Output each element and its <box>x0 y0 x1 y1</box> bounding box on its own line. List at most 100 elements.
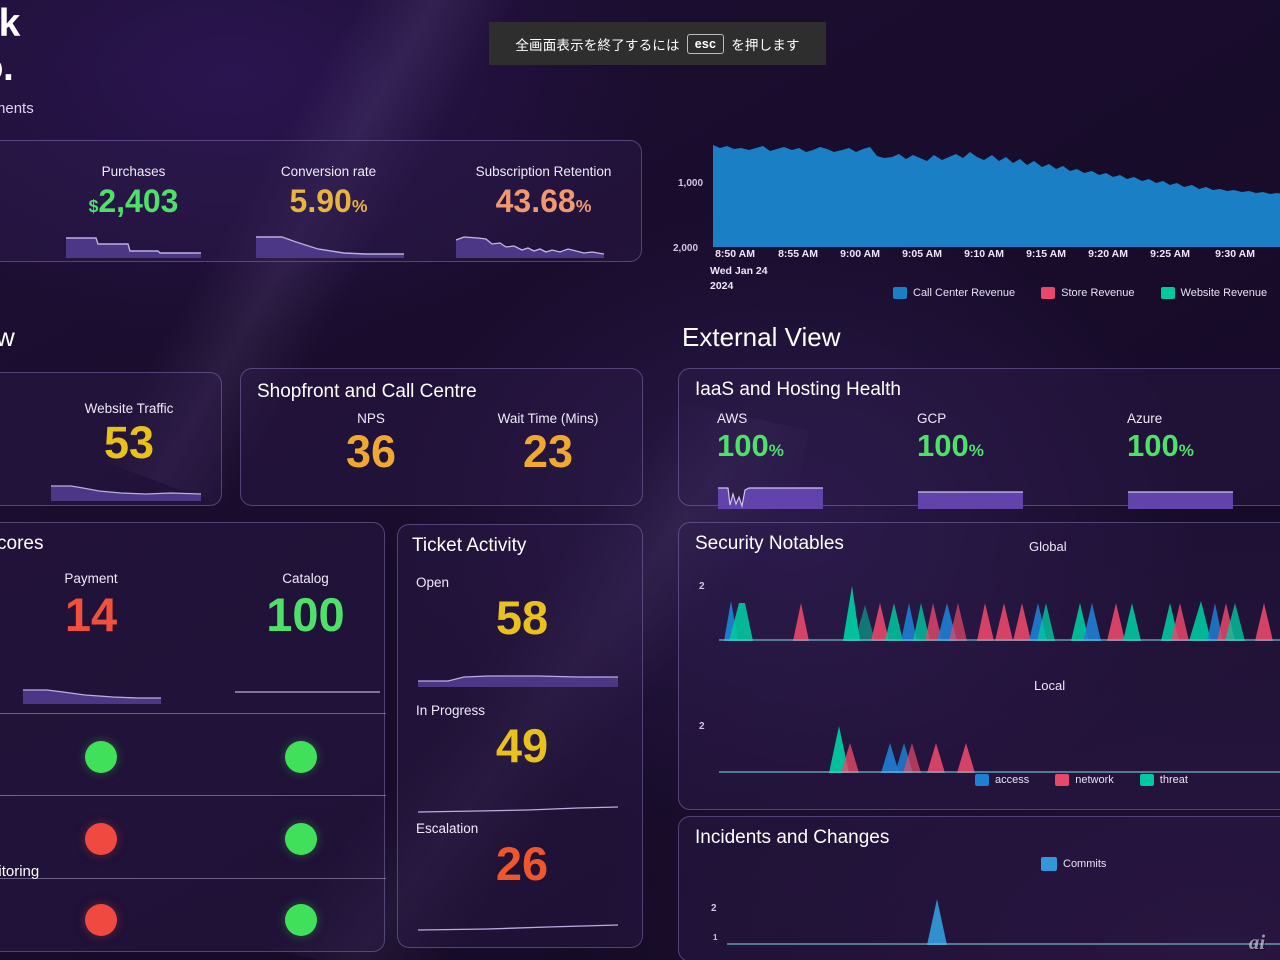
legend-call-center-revenue[interactable]: Call Center Revenue <box>893 287 1015 299</box>
scores-panel[interactable]: cores Payment 14 Catalog 100 ring rmance… <box>0 522 386 952</box>
legend-threat[interactable]: threat <box>1139 774 1188 786</box>
revenue-xtick-0: 8:50 AM <box>715 248 755 260</box>
legend-label-network: network <box>1075 774 1114 786</box>
kpi-retention-sparkline <box>456 236 604 258</box>
security-notables-panel[interactable]: Security Notables Global 2 Local 2 acces… <box>678 522 1280 810</box>
shopfront-nps-label: NPS <box>357 411 385 426</box>
currency-symbol: $ <box>88 196 99 216</box>
legend-label-access: access <box>995 774 1030 786</box>
ticket-metric-in-progress[interactable]: In Progress 49 <box>416 703 628 813</box>
revenue-chart-legend: Call Center Revenue Store Revenue Websit… <box>893 287 1267 299</box>
ticket-in-progress-value: 49 <box>495 719 549 772</box>
legend-swatch-network <box>1055 774 1070 786</box>
security-legend: access network threat <box>975 774 1188 786</box>
iaas-panel-title: IaaS and Hosting Health <box>695 379 901 400</box>
iaas-azure-sparkline <box>1128 491 1233 509</box>
kpi-subscription-retention[interactable]: Subscription Retention 43.68% <box>451 164 636 258</box>
scores-row-divider-1 <box>0 713 386 714</box>
ticket-activity-panel[interactable]: Ticket Activity Open 58 In Progress 49 E… <box>397 524 643 948</box>
legend-access[interactable]: access <box>975 774 1029 786</box>
scores-payment-label: Payment <box>64 571 118 586</box>
scores-metric-payment[interactable]: Payment 14 <box>23 571 161 704</box>
iaas-azure-value: 100% <box>1127 430 1277 461</box>
revenue-area-chart[interactable]: 2,000 1,000 8:50 AM 8:55 AM 9:00 AM 9:05… <box>668 118 1280 308</box>
brand-line-1: unk <box>0 2 20 45</box>
shopfront-wait-time-label: Wait Time (Mins) <box>497 411 599 426</box>
incidents-changes-title: Incidents and Changes <box>695 827 890 848</box>
revenue-xtick-4: 9:10 AM <box>964 248 1004 260</box>
scores-status-dot-r3c1 <box>85 904 117 936</box>
legend-label-call-center: Call Center Revenue <box>913 287 1016 299</box>
scores-status-dot-r1c2 <box>285 741 317 773</box>
ticket-open-label: Open <box>416 575 450 590</box>
scores-metric-catalog[interactable]: Catalog 100 <box>233 571 380 693</box>
legend-swatch-threat <box>1139 774 1154 786</box>
ticket-metric-escalation[interactable]: Escalation 26 <box>416 821 628 931</box>
ticket-activity-title: Ticket Activity <box>412 535 527 556</box>
revenue-xtick-5: 9:15 AM <box>1026 248 1066 260</box>
esc-key-badge: esc <box>686 33 725 54</box>
scores-status-dot-r3c2 <box>285 904 317 936</box>
revenue-xtick-7: 9:25 AM <box>1150 248 1190 260</box>
security-local-axis-max: 2 <box>699 721 705 732</box>
legend-swatch-commits <box>1041 857 1057 871</box>
ticket-escalation-sparkline <box>418 924 618 931</box>
legend-swatch-call-center <box>893 287 907 299</box>
internal-view-heading: w <box>0 322 15 352</box>
kpi-purchases-number: 2,403 <box>98 183 179 219</box>
kpi-conversion-sparkline <box>256 236 404 258</box>
revenue-xtick-1: 8:55 AM <box>778 248 818 260</box>
ticket-open-sparkline <box>418 675 618 687</box>
incidents-axis-1: 1 <box>713 933 718 942</box>
scores-row-divider-2 <box>0 795 386 796</box>
scores-status-dot-r2c2 <box>285 823 317 855</box>
legend-label-store: Store Revenue <box>1061 287 1135 299</box>
kpi-conversion-rate-label: Conversion rate <box>280 164 377 179</box>
revenue-date-line-2: 2024 <box>710 280 734 292</box>
brand-title: unk Co. mpaniments <box>0 2 34 117</box>
percent-symbol-2: % <box>575 196 592 216</box>
website-traffic-panel[interactable]: Website Traffic 53 <box>0 372 222 506</box>
revenue-chart-svg <box>713 145 1280 247</box>
legend-network[interactable]: network <box>1055 774 1114 786</box>
ticket-in-progress-label: In Progress <box>416 703 486 718</box>
kpi-retention-number: 43.68 <box>495 183 576 219</box>
scores-payment-value: 14 <box>64 588 118 641</box>
brand-line-2: Co. <box>0 46 14 89</box>
security-local-label: Local <box>1034 678 1066 693</box>
ticket-escalation-value: 26 <box>495 837 549 890</box>
toast-prefix-text: 全画面表示を終了するには <box>515 37 680 53</box>
kpi-purchases-value: $2,403 <box>61 185 206 217</box>
shopfront-metric-wait-time[interactable]: Wait Time (Mins) 23 <box>463 411 633 474</box>
legend-label-commits: Commits <box>1063 858 1107 870</box>
kpi-subscription-retention-label: Subscription Retention <box>475 164 612 179</box>
kpi-purchases[interactable]: Purchases $2,403 <box>61 164 206 258</box>
scores-panel-title: cores <box>0 533 44 554</box>
shopfront-call-centre-panel[interactable]: Shopfront and Call Centre NPS 36 Wait Ti… <box>240 368 643 506</box>
legend-store-revenue[interactable]: Store Revenue <box>1041 287 1135 299</box>
website-traffic-sparkline <box>51 485 201 501</box>
scores-payment-sparkline <box>23 689 161 704</box>
incidents-changes-panel[interactable]: Incidents and Changes Commits 2 1 <box>678 816 1280 960</box>
legend-label-threat: threat <box>1159 774 1188 786</box>
legend-website-revenue[interactable]: Website Revenue <box>1160 287 1267 299</box>
iaas-metric-aws[interactable]: AWS 100% <box>717 411 867 509</box>
kpi-purchases-label: Purchases <box>101 164 166 179</box>
shopfront-metric-nps[interactable]: NPS 36 <box>291 411 451 474</box>
revenue-xtick-2: 9:00 AM <box>840 248 880 260</box>
revenue-ytick-1000: 1,000 <box>678 178 704 189</box>
toast-suffix-text: を押します <box>731 37 800 53</box>
legend-commits[interactable]: Commits <box>1041 857 1106 871</box>
iaas-hosting-health-panel[interactable]: IaaS and Hosting Health AWS 100% GCP 100… <box>678 368 1280 509</box>
incidents-chart <box>727 899 1280 945</box>
scores-row-divider-3 <box>0 878 386 879</box>
kpi-conversion-rate[interactable]: Conversion rate 5.90% <box>251 164 406 258</box>
iaas-gcp-number: 100 <box>917 428 969 463</box>
ticket-metric-open[interactable]: Open 58 <box>416 575 628 687</box>
security-global-chart <box>719 586 1280 641</box>
fullscreen-exit-toast: 全画面表示を終了するには esc を押します <box>489 22 826 65</box>
iaas-metric-gcp[interactable]: GCP 100% <box>917 411 1067 509</box>
revenue-date-line-1: Wed Jan 24 <box>710 265 768 277</box>
iaas-metric-azure[interactable]: Azure 100% <box>1127 411 1277 509</box>
revenue-xtick-6: 9:20 AM <box>1088 248 1128 260</box>
